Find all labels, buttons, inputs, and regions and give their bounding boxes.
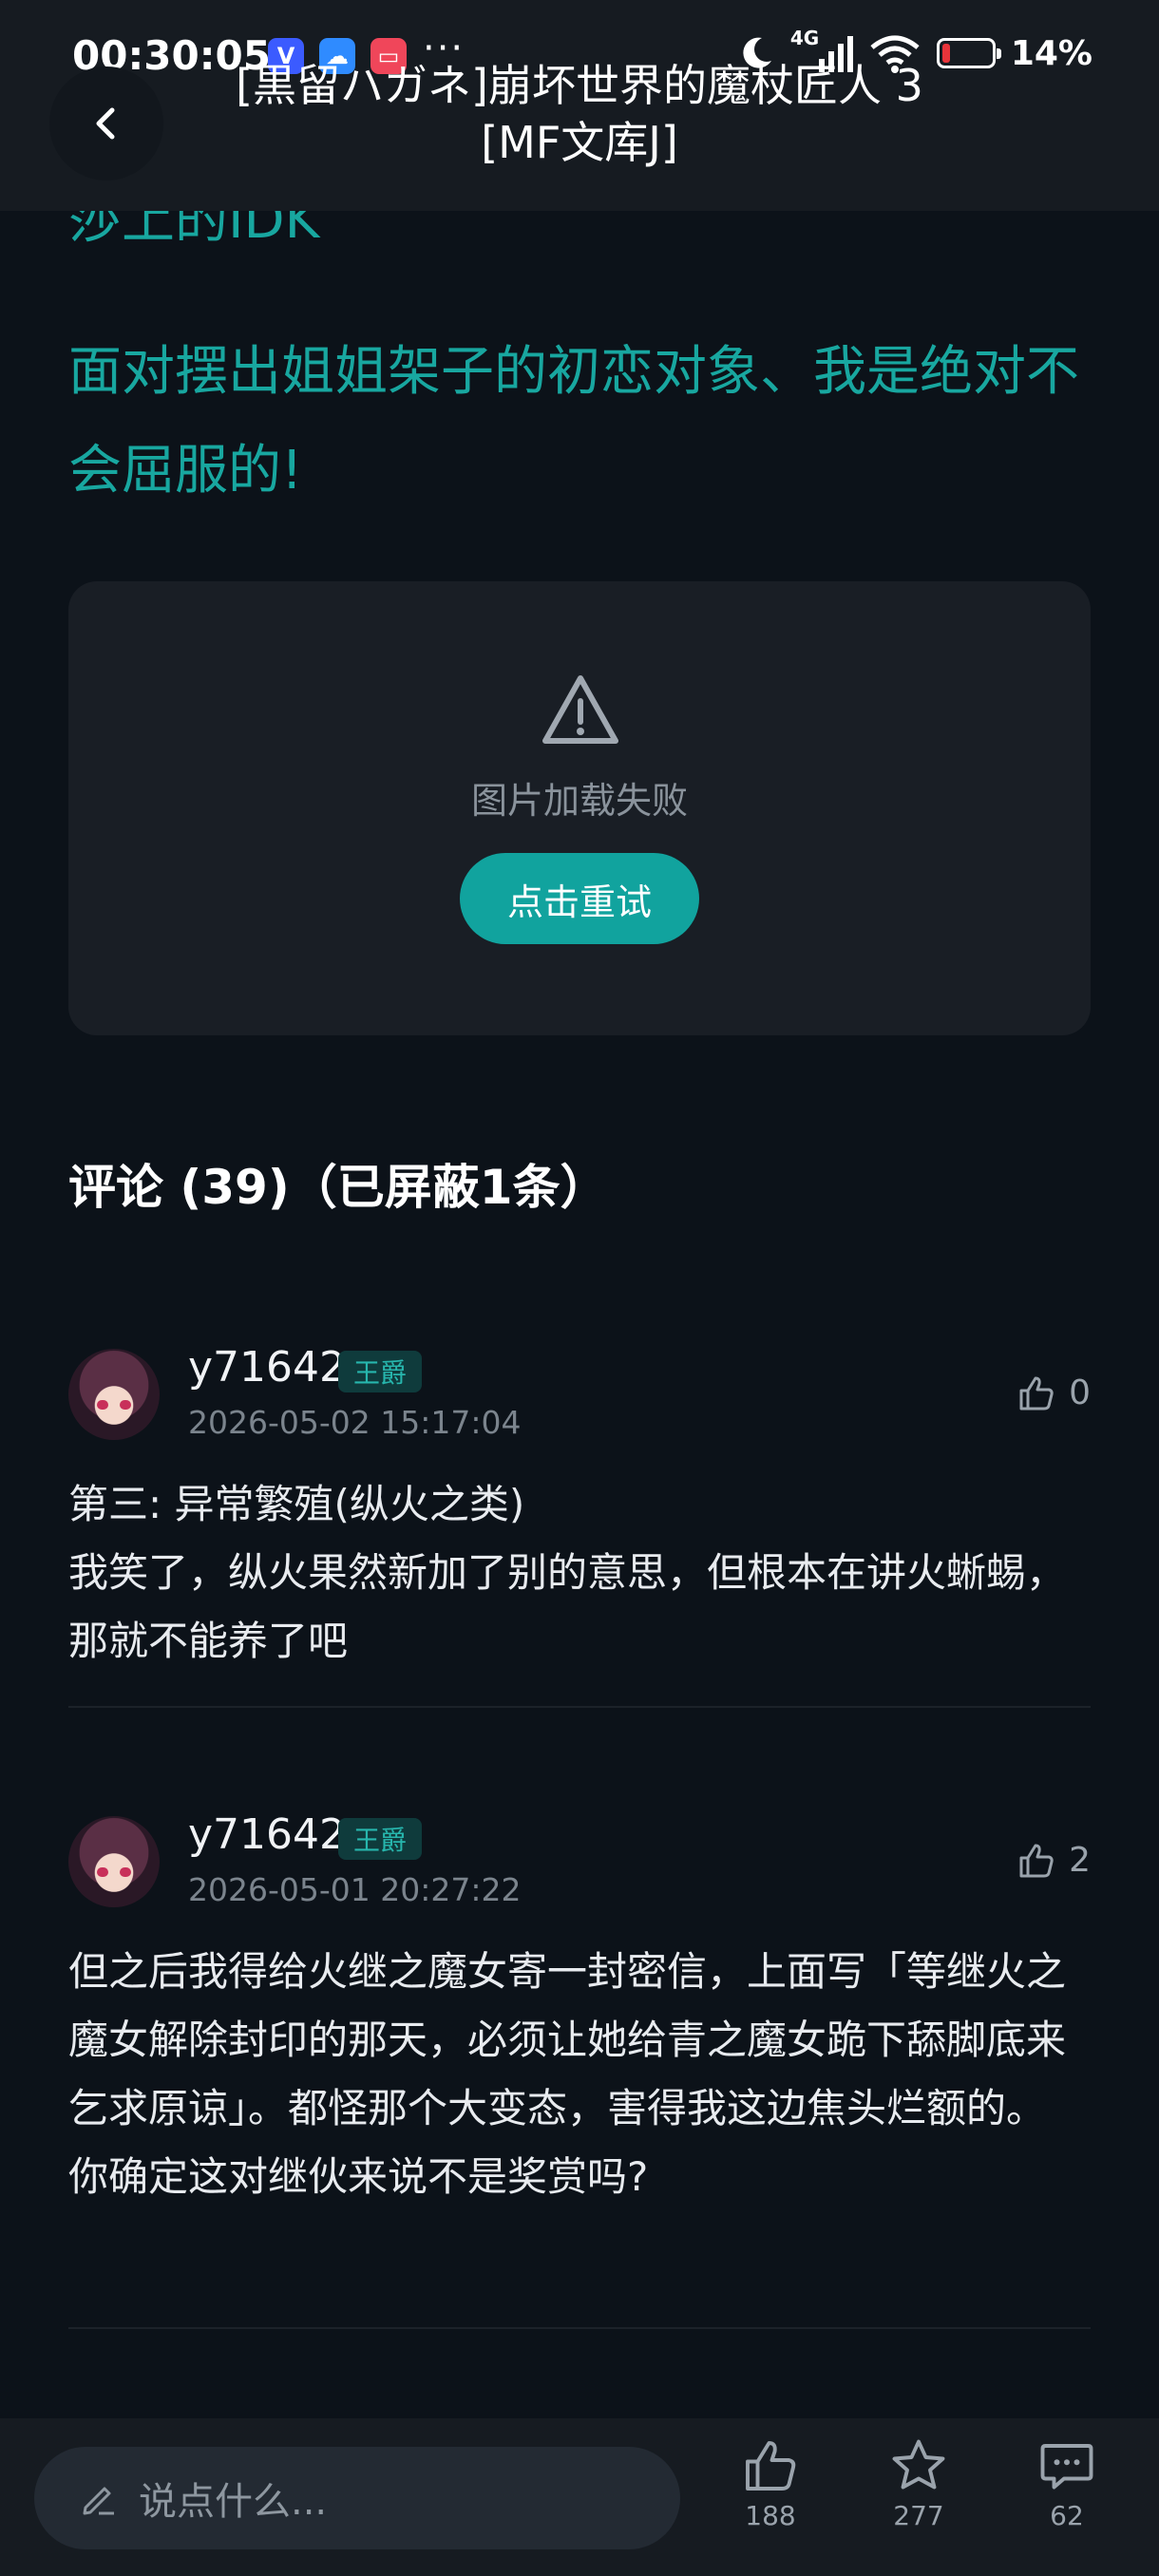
like-article-button[interactable]: 188 (718, 2437, 823, 2531)
star-icon (892, 2439, 945, 2490)
bottom-action-bar: 说点什么... 188 277 62 (0, 2418, 1159, 2576)
like-count: 188 (745, 2500, 796, 2531)
image-error-message: 图片加载失败 (470, 780, 688, 822)
thumbs-up-icon (1019, 1376, 1054, 1410)
chevron-left-icon (96, 107, 115, 140)
chat-bubble-icon (1040, 2444, 1093, 2490)
back-button[interactable] (49, 66, 163, 180)
favorite-count: 277 (893, 2500, 944, 2531)
thumbs-up-icon (1019, 1844, 1054, 1877)
rank-badge: 王爵 (338, 1351, 423, 1392)
comment-username[interactable]: y71642 (188, 1810, 346, 1859)
comment-like-count: 0 (1069, 1373, 1091, 1412)
chapter-title: 面对摆出姐姐架子的初恋对象、我是绝对不会屈服的! (68, 341, 1079, 502)
comment-like-count: 2 (1069, 1841, 1091, 1880)
battery-level: 14% (1010, 33, 1092, 73)
comment-divider (68, 1706, 1091, 1708)
page-title: [黒留ハガネ]崩坏世界的魔杖匠人 3 [MF文库J] (236, 60, 923, 168)
comment-timestamp: 2026-05-02 15:17:04 (188, 1404, 522, 1441)
retry-button[interactable]: 点击重试 (460, 853, 699, 944)
comment-like-button[interactable]: 0 (1017, 1373, 1091, 1412)
pencil-icon (83, 2487, 114, 2515)
comment-like-button[interactable]: 2 (1017, 1841, 1091, 1880)
comments-button[interactable]: 62 (1015, 2437, 1119, 2531)
avatar[interactable] (68, 1349, 160, 1440)
favorite-button[interactable]: 277 (866, 2437, 971, 2531)
comment-text: 第三: 异常繁殖(纵火之类) 我笑了，纵火果然新加了别的意思，但根本在讲火蜥蜴，… (68, 1481, 1067, 1664)
comment-input-placeholder: 说点什么... (139, 2480, 328, 2524)
comment-text: 但之后我得给火继之魔女寄一封密信，上面写「等继火之魔女解除封印的那天，必须让她给… (68, 1948, 1067, 2200)
top-bar: 00:30:05 V ☁ ▭ ··· 4G 14% [黒留ハガネ]崩坏世界的魔杖… (0, 0, 1159, 211)
rank-badge: 王爵 (338, 1818, 423, 1860)
avatar[interactable] (68, 1816, 160, 1907)
comment-divider (68, 2327, 1091, 2329)
thumbs-up-icon (746, 2441, 796, 2491)
comment-timestamp: 2026-05-01 20:27:22 (188, 1871, 522, 1908)
comment-count: 62 (1050, 2500, 1084, 2531)
comments-heading: 评论 (39)（已屏蔽1条） (68, 1160, 608, 1215)
warning-icon (542, 675, 618, 744)
comment-username[interactable]: y71642 (188, 1343, 346, 1392)
comment-input[interactable]: 说点什么... (34, 2447, 680, 2549)
